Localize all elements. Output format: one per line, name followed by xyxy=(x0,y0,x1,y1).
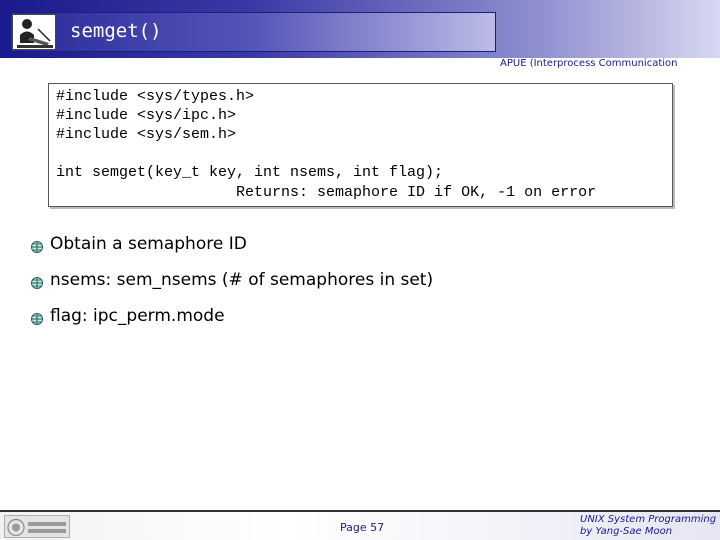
footer-course: UNIX System Programming xyxy=(580,514,717,525)
globe-bullet-icon xyxy=(30,239,44,253)
list-item: flag: ipc_perm.mode xyxy=(30,306,690,342)
person-at-desk-icon xyxy=(12,14,56,50)
header-subtitle: APUE (Interprocess Communication xyxy=(500,58,678,69)
footer-author: by Yang-Sae Moon xyxy=(580,526,673,537)
university-logo-icon xyxy=(4,515,70,538)
globe-bullet-icon xyxy=(30,311,44,325)
code-box: #include <sys/types.h> #include <sys/ipc… xyxy=(48,83,673,207)
code-line: #include <sys/ipc.h> xyxy=(56,107,237,124)
footer-course-info: UNIX System Programming by Yang-Sae Moon xyxy=(580,514,720,538)
bullet-text: Obtain a semaphore ID xyxy=(50,234,247,254)
list-item: Obtain a semaphore ID xyxy=(30,234,690,270)
code-line: #include <sys/types.h> xyxy=(56,88,255,105)
page-number: Page 57 xyxy=(340,521,385,534)
code-line: Returns: semaphore ID if OK, -1 on error xyxy=(56,184,597,201)
bullet-list: Obtain a semaphore ID nsems: sem_nsems (… xyxy=(30,234,690,342)
code-line: #include <sys/sem.h> xyxy=(56,126,237,143)
globe-bullet-icon xyxy=(30,275,44,289)
page-title: semget() xyxy=(70,20,162,42)
bullet-text: nsems: sem_nsems (# of semaphores in set… xyxy=(50,270,434,290)
bullet-text: flag: ipc_perm.mode xyxy=(50,306,225,326)
list-item: nsems: sem_nsems (# of semaphores in set… xyxy=(30,270,690,306)
code-line: int semget(key_t key, int nsems, int fla… xyxy=(56,164,444,181)
